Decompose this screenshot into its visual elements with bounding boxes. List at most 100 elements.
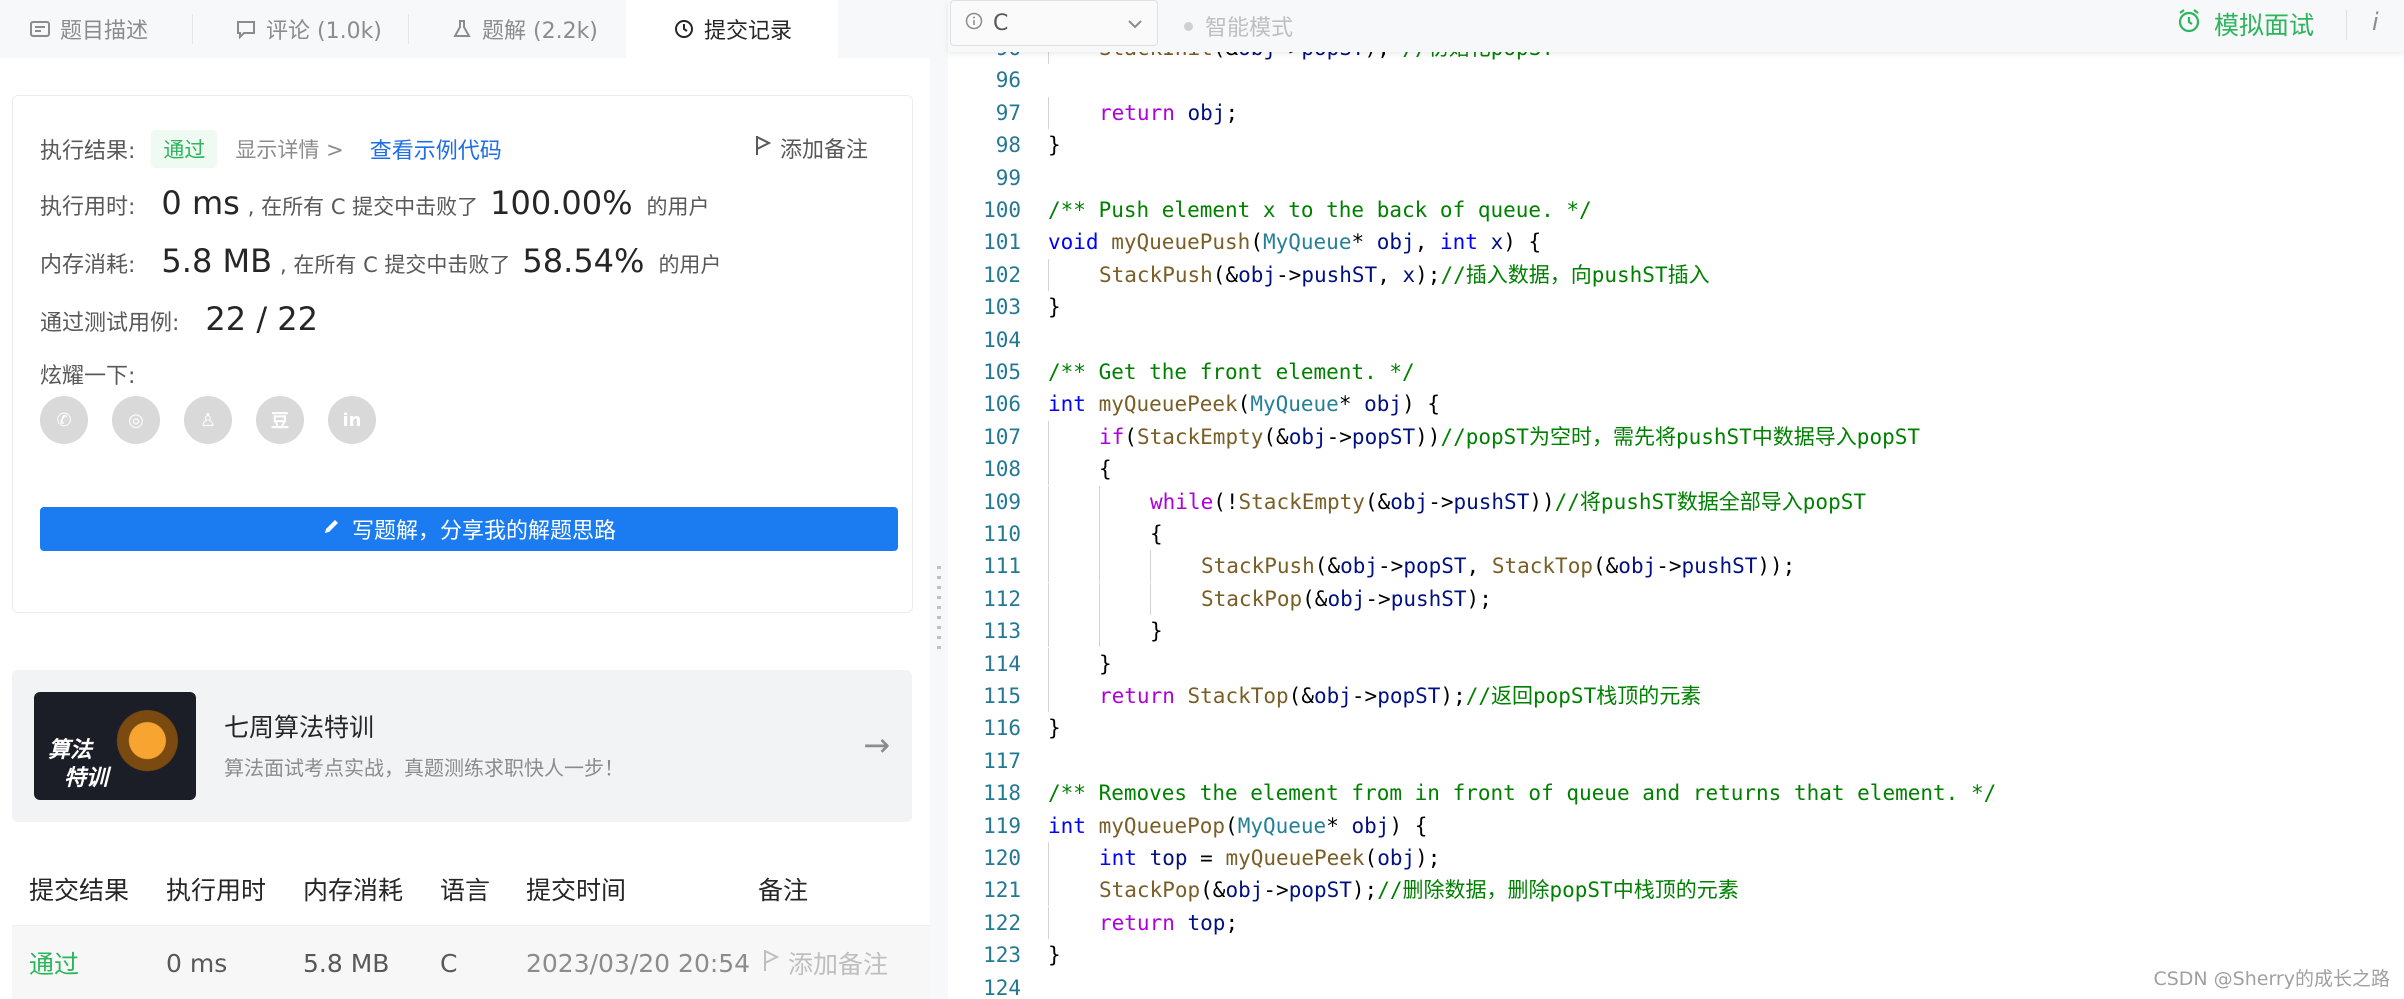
testcases-label: 通过测试用例:	[40, 311, 180, 336]
language-value: C	[993, 10, 1009, 36]
code-line: 102 StackPush(&obj->pushST, x);//插入数据，向pu…	[948, 258, 2404, 291]
line-number: 99	[995, 165, 1021, 190]
tab-description-label: 题目描述	[60, 19, 149, 44]
line-number: 114	[983, 651, 1021, 676]
arrow-right-icon[interactable]: →	[863, 726, 890, 764]
row-status[interactable]: 通过	[29, 945, 79, 981]
table-row[interactable]: 通过 0 ms 5.8 MB C 2023/03/20 20:54 添加备注	[12, 926, 930, 999]
indent-guide	[1048, 582, 1049, 615]
row-add-note-button[interactable]: 添加备注	[762, 945, 888, 981]
code-editor[interactable]: 96 StackInit(&obj->popST); //初始化popST 96 97…	[948, 52, 2404, 999]
write-solution-button[interactable]: 写题解，分享我的解题思路	[40, 507, 898, 551]
linkedin-icon[interactable]: in	[328, 396, 376, 444]
code-text: }	[1048, 133, 1061, 158]
line-number: 96	[995, 68, 1021, 93]
wechat-icon[interactable]: ✆	[40, 396, 88, 444]
indent-guide	[1150, 582, 1151, 615]
line-number: 122	[983, 910, 1021, 935]
row-memory: 5.8 MB	[303, 948, 390, 978]
indent-guide	[1099, 582, 1100, 615]
tab-solutions-label: 题解 (2.2k)	[482, 19, 598, 44]
code-text: }	[1048, 716, 1061, 741]
left-panel: 题目描述 评论 (1.0k) 题解 (2.2k) 提交记录 执行结果: 通过 显…	[0, 0, 930, 999]
code-line: 120 int top = myQueuePeek(obj);	[948, 842, 2404, 874]
tab-bar: 题目描述 评论 (1.0k) 题解 (2.2k) 提交记录	[0, 0, 930, 58]
tab-submissions[interactable]: 提交记录	[626, 0, 838, 58]
code-line: 115 return StackTop(&obj->popST);//返回popS…	[948, 680, 2404, 712]
info-icon[interactable]: i	[2372, 8, 2379, 36]
row-note-label: 添加备注	[788, 950, 889, 979]
col-time: 提交时间	[526, 875, 627, 905]
line-number: 124	[983, 975, 1021, 999]
tab-comments[interactable]: 评论 (1.0k)	[234, 0, 382, 58]
col-memory: 内存消耗	[303, 875, 404, 905]
line-number: 111	[983, 554, 1021, 579]
indent-guide	[1048, 453, 1049, 486]
col-note: 备注	[758, 875, 809, 905]
indent-guide	[1099, 615, 1100, 648]
line-number: 123	[983, 943, 1021, 968]
code-line: 110 {	[948, 518, 2404, 550]
code-line: 104	[948, 324, 2404, 356]
line-number: 106	[983, 392, 1021, 417]
memory-row: 内存消耗: 5.8 MB , 在所有 C 提交中击败了 58.54% 的用户	[40, 242, 721, 280]
show-detail-link[interactable]: 显示详情 >	[235, 134, 343, 164]
indent-guide	[1048, 52, 1049, 64]
code-line: 100 /** Push element x to the back of que…	[948, 194, 2404, 226]
line-number: 107	[983, 424, 1021, 449]
row-runtime: 0 ms	[166, 948, 228, 978]
line-number: 104	[983, 327, 1021, 352]
line-number: 112	[983, 586, 1021, 611]
weibo-icon[interactable]: ◎	[112, 396, 160, 444]
runtime-value: 0 ms	[161, 184, 240, 222]
qq-icon[interactable]: ♙	[184, 396, 232, 444]
code-text: StackPush(&obj->popST, StackTop(&obj->pu…	[1201, 554, 1796, 579]
code-text: return obj;	[1099, 100, 1239, 125]
runtime-label: 执行用时:	[40, 195, 136, 220]
douban-icon[interactable]: 豆	[256, 396, 304, 444]
share-row-label: 炫耀一下:	[40, 358, 135, 390]
comment-icon	[234, 17, 258, 41]
code-line: 96 StackInit(&obj->popST); //初始化popST	[948, 52, 2404, 64]
code-text: /** Removes the element from in front of…	[1048, 781, 1997, 806]
code-text: int myQueuePop(MyQueue* obj) {	[1048, 813, 1428, 838]
share-label: 炫耀一下:	[40, 364, 136, 389]
flag-icon	[762, 948, 780, 978]
indent-guide	[1099, 550, 1100, 583]
row-time: 2023/03/20 20:54	[526, 948, 751, 978]
add-note-button[interactable]: 添加备注	[754, 132, 868, 164]
smart-mode-toggle[interactable]: 智能模式	[1184, 10, 1293, 42]
mock-interview-button[interactable]: 模拟面试	[2176, 6, 2314, 42]
code-text: {	[1099, 457, 1112, 482]
code-text: return top;	[1099, 910, 1239, 935]
code-text: /** Get the front element. */	[1048, 360, 1415, 384]
line-number: 102	[983, 262, 1021, 287]
language-select[interactable]: C	[950, 0, 1158, 46]
code-line: 101 void myQueuePush(MyQueue* obj, int x)…	[948, 226, 2404, 258]
col-runtime: 执行用时	[166, 875, 267, 905]
code-line: 106 int myQueuePeek(MyQueue* obj) {	[948, 388, 2404, 420]
code-text: int top = myQueuePeek(obj);	[1099, 846, 1441, 870]
write-solution-label: 写题解，分享我的解题思路	[351, 519, 616, 544]
indent-guide	[1048, 258, 1049, 291]
indent-guide	[1048, 615, 1049, 648]
example-code-link[interactable]: 查看示例代码	[370, 133, 502, 165]
tab-solutions[interactable]: 题解 (2.2k)	[450, 0, 598, 58]
panel-splitter[interactable]	[930, 0, 948, 999]
table-header: 提交结果 执行用时 内存消耗 语言 提交时间 备注	[12, 852, 930, 926]
code-line: 109 while(!StackEmpty(&obj->pushST))//将pu…	[948, 485, 2404, 518]
indent-guide	[1048, 680, 1049, 712]
line-number: 120	[983, 846, 1021, 870]
indent-guide	[1099, 485, 1100, 518]
line-number: 98	[995, 133, 1021, 158]
indent-guide	[1048, 96, 1049, 129]
indent-guide	[1048, 906, 1049, 939]
code-line: 103}	[948, 291, 2404, 323]
tab-description[interactable]: 题目描述	[28, 0, 148, 58]
watermark: CSDN @Sherry的成长之路	[2153, 968, 2390, 990]
promo-card[interactable]: 算法 特训 七周算法特训 算法面试考点实战，真题测练求职快人一步！ →	[12, 670, 912, 822]
code-text: {	[1150, 522, 1163, 546]
code-text: while(!StackEmpty(&obj->pushST))//将pushS…	[1150, 489, 1866, 514]
code-line: 98}	[948, 129, 2404, 161]
memory-tail: 的用户	[658, 253, 722, 277]
